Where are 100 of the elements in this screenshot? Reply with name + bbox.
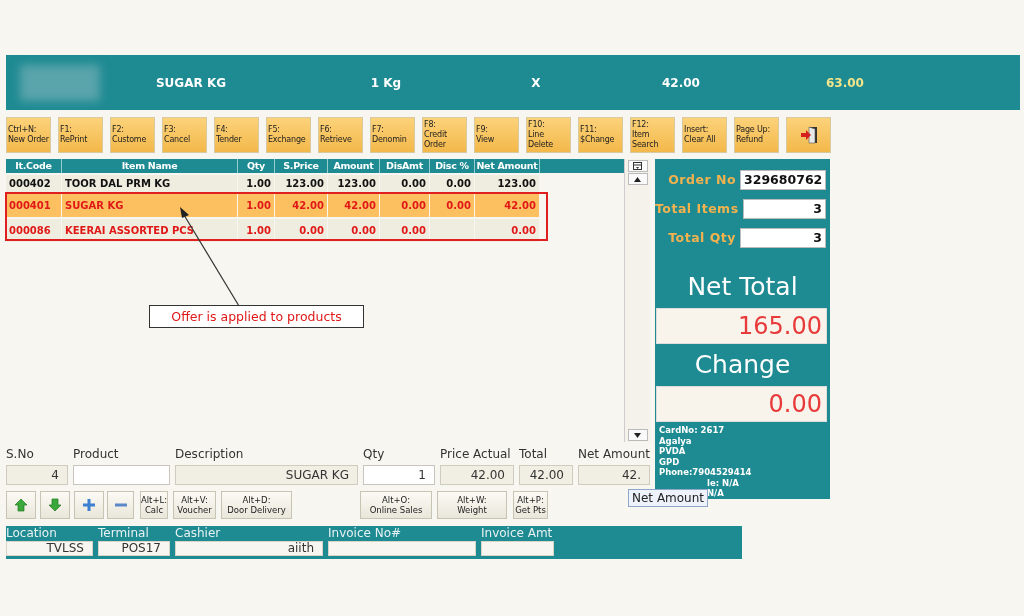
- function-button[interactable]: F6: Retrieve: [318, 117, 363, 153]
- table-cell: 42.00: [275, 194, 328, 217]
- multiply-sign: X: [530, 75, 542, 90]
- remove-button[interactable]: [107, 491, 134, 519]
- function-button[interactable]: F5: Exchange: [266, 117, 311, 153]
- customer-info-line: le: N/A: [707, 477, 740, 488]
- column-header: Disc %: [430, 159, 475, 173]
- change-label: Change: [693, 349, 792, 381]
- table-cell: 0.00: [380, 175, 430, 192]
- move-down-button[interactable]: [40, 491, 70, 519]
- table-cell: 123.00: [475, 175, 540, 192]
- customer-info-line: Phone:7904529414: [659, 467, 753, 478]
- function-button[interactable]: Alt+P: Get Pts: [513, 491, 548, 519]
- field-label: Total: [519, 447, 549, 462]
- customer-info-line: GPD: [659, 456, 681, 467]
- table-cell: 0.00: [380, 219, 430, 242]
- function-button[interactable]: F1: RePrint: [58, 117, 103, 153]
- function-button[interactable]: Alt+O: Online Sales: [360, 491, 432, 519]
- table-cell: 0.00: [328, 219, 380, 242]
- column-chooser-button[interactable]: [627, 160, 648, 172]
- function-button[interactable]: Alt+L: Calc: [140, 491, 168, 519]
- banner-total: 63.00: [825, 75, 865, 90]
- table-cell: TOOR DAL PRM KG: [62, 175, 238, 192]
- column-header: S.Price: [275, 159, 328, 173]
- readonly-field[interactable]: 42.: [578, 465, 650, 485]
- table-cell: 1.00: [238, 175, 275, 192]
- total-items-field: 3: [742, 198, 826, 219]
- status-label: Invoice Amt: [481, 526, 554, 541]
- column-header: Amount: [328, 159, 380, 173]
- table-cell: 0.00: [475, 219, 540, 242]
- table-cell: 0.00: [430, 175, 475, 192]
- function-button[interactable]: F3: Cancel: [162, 117, 207, 153]
- field-label: Product: [73, 447, 120, 462]
- readonly-field[interactable]: 42.00: [440, 465, 514, 485]
- table-cell: 123.00: [328, 175, 380, 192]
- net-total-label: Net Total: [686, 271, 799, 303]
- function-button[interactable]: Alt+V: Voucher: [173, 491, 216, 519]
- table-cell: 1.00: [238, 219, 275, 242]
- table-cell: 000086: [6, 219, 62, 242]
- table-cell: 000402: [6, 175, 62, 192]
- total-qty-field: 3: [740, 227, 826, 248]
- net-total-value: 165.00: [656, 308, 827, 344]
- function-button[interactable]: Alt+D: Door Delivery: [221, 491, 292, 519]
- function-button[interactable]: F8: Credit Order: [422, 117, 467, 153]
- field-label: Order No: [668, 172, 736, 187]
- function-button[interactable]: F11: $Change: [578, 117, 623, 153]
- banner-unit: 1 Kg: [369, 75, 403, 90]
- function-button[interactable]: Insert: Clear All: [682, 117, 727, 153]
- scroll-down-button[interactable]: [627, 429, 648, 441]
- function-button[interactable]: F2: Custome: [110, 117, 155, 153]
- change-value: 0.00: [656, 386, 827, 422]
- down-arrow-icon: [48, 498, 62, 512]
- down-arrow-icon: [634, 432, 641, 438]
- readonly-field[interactable]: 4: [6, 465, 68, 485]
- add-button[interactable]: [74, 491, 104, 519]
- status-field: TVLSS: [6, 541, 93, 556]
- function-button[interactable]: Page Up: Refund: [734, 117, 779, 153]
- customer-info-line: PVDA: [659, 446, 687, 457]
- column-header: DisAmt: [380, 159, 430, 173]
- scroll-up-button[interactable]: [627, 173, 648, 185]
- table-cell: 1.00: [238, 194, 275, 217]
- readonly-field[interactable]: SUGAR KG: [175, 465, 358, 485]
- status-field: POS17: [98, 541, 170, 556]
- input-field[interactable]: 1: [363, 465, 435, 485]
- function-button[interactable]: F7: Denomin: [370, 117, 415, 153]
- function-button[interactable]: Ctrl+N: New Order: [6, 117, 51, 153]
- function-button[interactable]: Alt+W: Weight: [437, 491, 507, 519]
- field-label: Price Actual: [440, 447, 512, 462]
- function-button[interactable]: F9: View: [474, 117, 519, 153]
- function-button[interactable]: F12: Item Search: [630, 117, 675, 153]
- table-cell: 0.00: [380, 194, 430, 217]
- field-label: S.No: [6, 447, 35, 462]
- banner-price: 42.00: [661, 75, 701, 90]
- field-label: Qty: [363, 447, 386, 462]
- order-number-field: 329680762: [740, 169, 826, 190]
- table-row[interactable]: 000086 KEERAI ASSORTED PCS 1.00 0.00 0.00 0.00 0.00: [6, 219, 540, 242]
- customer-info-line: Agalya: [659, 435, 693, 446]
- plus-icon: [82, 498, 96, 512]
- field-label: Description: [175, 447, 245, 462]
- up-arrow-icon: [14, 498, 28, 512]
- exit-button[interactable]: [786, 117, 831, 153]
- column-header: It.Code: [6, 159, 62, 173]
- status-label: Location: [6, 526, 58, 541]
- function-button[interactable]: F4: Tender: [214, 117, 259, 153]
- field-label: Total Qty: [668, 230, 736, 245]
- table-cell: 42.00: [328, 194, 380, 217]
- callout-label: Offer is applied to products: [149, 305, 364, 328]
- table-cell: 123.00: [275, 175, 328, 192]
- input-field[interactable]: [73, 465, 170, 485]
- column-header: Net Amount: [475, 159, 540, 173]
- customer-info-line: N/A: [707, 488, 725, 499]
- status-label: Cashier: [175, 526, 222, 541]
- status-label: Terminal: [98, 526, 150, 541]
- move-up-button[interactable]: [6, 491, 36, 519]
- table-row[interactable]: 000402 TOOR DAL PRM KG 1.00 123.00 123.00 0.00 0.00 123.00: [6, 175, 540, 192]
- banner-item-name: SUGAR KG: [154, 75, 228, 90]
- readonly-field[interactable]: 42.00: [519, 465, 573, 485]
- function-button[interactable]: F10: Line Delete: [526, 117, 571, 153]
- table-cell: 0.00: [430, 194, 475, 217]
- status-label: Invoice No#: [328, 526, 403, 541]
